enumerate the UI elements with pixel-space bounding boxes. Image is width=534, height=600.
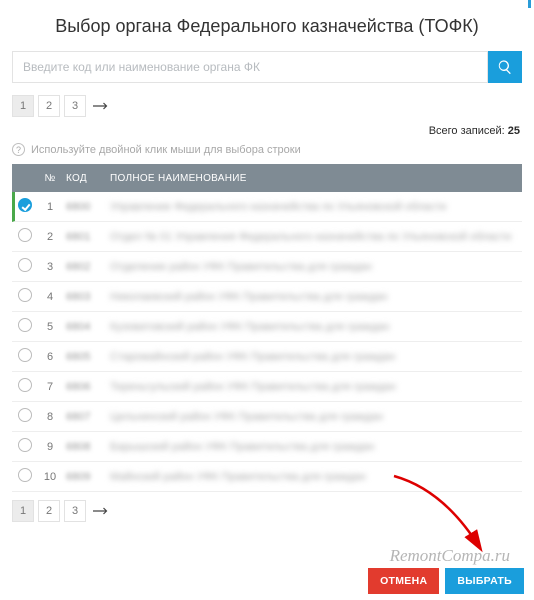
row-code: 6802 — [62, 261, 104, 273]
row-name: Отделение район УФК Правительства для гр… — [104, 261, 516, 273]
row-code: 6809 — [62, 471, 104, 483]
page-3-b[interactable]: 3 — [64, 500, 86, 522]
row-name: Николаевский район УФК Правительства для… — [104, 291, 516, 303]
radio-icon[interactable] — [18, 258, 32, 272]
row-num: 7 — [38, 381, 62, 393]
row-num: 10 — [38, 471, 62, 483]
radio-icon[interactable] — [18, 408, 32, 422]
pagination-top: 1 2 3 — [12, 95, 522, 117]
row-select[interactable] — [18, 468, 38, 485]
page-next[interactable] — [90, 95, 114, 117]
hint-row: ? Используйте двойной клик мыши для выбо… — [12, 143, 522, 156]
radio-icon[interactable] — [18, 288, 32, 302]
arrow-right-icon — [93, 506, 111, 516]
row-code: 6806 — [62, 381, 104, 393]
row-num: 2 — [38, 231, 62, 243]
th-name: ПОЛНОЕ НАИМЕНОВАНИЕ — [104, 173, 516, 184]
row-name: Цильнинский район УФК Правительства для … — [104, 411, 516, 423]
row-num: 6 — [38, 351, 62, 363]
row-name: Управление Федерального казначейства по … — [104, 201, 516, 213]
page-2[interactable]: 2 — [38, 95, 60, 117]
table-row[interactable]: 66805Старомайнский район УФК Правительст… — [12, 342, 522, 372]
radio-icon[interactable] — [18, 468, 32, 482]
page-3[interactable]: 3 — [64, 95, 86, 117]
radio-icon[interactable] — [18, 318, 32, 332]
hint-text: Используйте двойной клик мыши для выбора… — [31, 144, 301, 156]
search-row — [12, 51, 522, 83]
page-1[interactable]: 1 — [12, 95, 34, 117]
row-name: Кузоватовский район УФК Правительства дл… — [104, 321, 516, 333]
row-code: 6800 — [62, 201, 104, 213]
row-name: Тереньгульский район УФК Правительства д… — [104, 381, 516, 393]
total-records: Всего записей: 25 — [12, 125, 520, 137]
row-code: 6804 — [62, 321, 104, 333]
hint-icon: ? — [12, 143, 25, 156]
row-select[interactable] — [18, 318, 38, 335]
row-num: 4 — [38, 291, 62, 303]
radio-icon[interactable] — [18, 228, 32, 242]
row-code: 6808 — [62, 441, 104, 453]
table-body: 16800Управление Федерального казначейств… — [12, 192, 522, 492]
arrow-right-icon — [93, 101, 111, 111]
search-input[interactable] — [12, 51, 488, 83]
watermark: RemontCompa.ru — [390, 546, 510, 566]
footer-buttons: ОТМЕНА ВЫБРАТЬ — [368, 568, 524, 594]
row-code: 6801 — [62, 231, 104, 243]
row-select[interactable] — [18, 348, 38, 365]
row-select[interactable] — [18, 438, 38, 455]
table-row[interactable]: 106809Майнский район УФК Правительства д… — [12, 462, 522, 492]
row-name: Майнский район УФК Правительства для гра… — [104, 471, 516, 483]
page-1-b[interactable]: 1 — [12, 500, 34, 522]
page-title: Выбор органа Федерального казначейства (… — [12, 16, 522, 37]
page-next-b[interactable] — [90, 500, 114, 522]
row-name: Старомайнский район УФК Правительства дл… — [104, 351, 516, 363]
dialog: Выбор органа Федерального казначейства (… — [0, 0, 534, 522]
row-num: 5 — [38, 321, 62, 333]
row-select[interactable] — [18, 258, 38, 275]
row-num: 1 — [38, 201, 62, 213]
table-header: № КОД ПОЛНОЕ НАИМЕНОВАНИЕ — [12, 164, 522, 192]
radio-icon[interactable] — [18, 378, 32, 392]
row-num: 9 — [38, 441, 62, 453]
table-row[interactable]: 56804Кузоватовский район УФК Правительст… — [12, 312, 522, 342]
radio-icon[interactable] — [18, 438, 32, 452]
page-2-b[interactable]: 2 — [38, 500, 60, 522]
row-code: 6803 — [62, 291, 104, 303]
total-label: Всего записей: — [429, 125, 505, 137]
row-select[interactable] — [18, 228, 38, 245]
row-name: Барышский район УФК Правительства для гр… — [104, 441, 516, 453]
table-row[interactable]: 16800Управление Федерального казначейств… — [12, 192, 522, 222]
row-code: 6807 — [62, 411, 104, 423]
check-icon[interactable] — [18, 198, 32, 212]
row-name: Отдел № 01 Управления Федерального казна… — [104, 231, 516, 243]
select-button[interactable]: ВЫБРАТЬ — [445, 568, 524, 594]
row-select[interactable] — [18, 288, 38, 305]
radio-icon[interactable] — [18, 348, 32, 362]
table-row[interactable]: 26801Отдел № 01 Управления Федерального … — [12, 222, 522, 252]
top-accent — [528, 0, 531, 8]
search-icon — [497, 59, 513, 75]
search-button[interactable] — [488, 51, 522, 83]
pagination-bottom: 1 2 3 — [12, 500, 522, 522]
table-row[interactable]: 36802Отделение район УФК Правительства д… — [12, 252, 522, 282]
cancel-button[interactable]: ОТМЕНА — [368, 568, 439, 594]
table-row[interactable]: 76806Тереньгульский район УФК Правительс… — [12, 372, 522, 402]
table-row[interactable]: 96808Барышский район УФК Правительства д… — [12, 432, 522, 462]
row-select[interactable] — [18, 378, 38, 395]
total-value: 25 — [508, 125, 520, 137]
row-code: 6805 — [62, 351, 104, 363]
th-num: № — [38, 173, 62, 184]
row-select[interactable] — [18, 198, 38, 215]
th-code: КОД — [62, 173, 104, 184]
row-select[interactable] — [18, 408, 38, 425]
row-num: 3 — [38, 261, 62, 273]
table-row[interactable]: 46803Николаевский район УФК Правительств… — [12, 282, 522, 312]
table-row[interactable]: 86807Цильнинский район УФК Правительства… — [12, 402, 522, 432]
row-num: 8 — [38, 411, 62, 423]
